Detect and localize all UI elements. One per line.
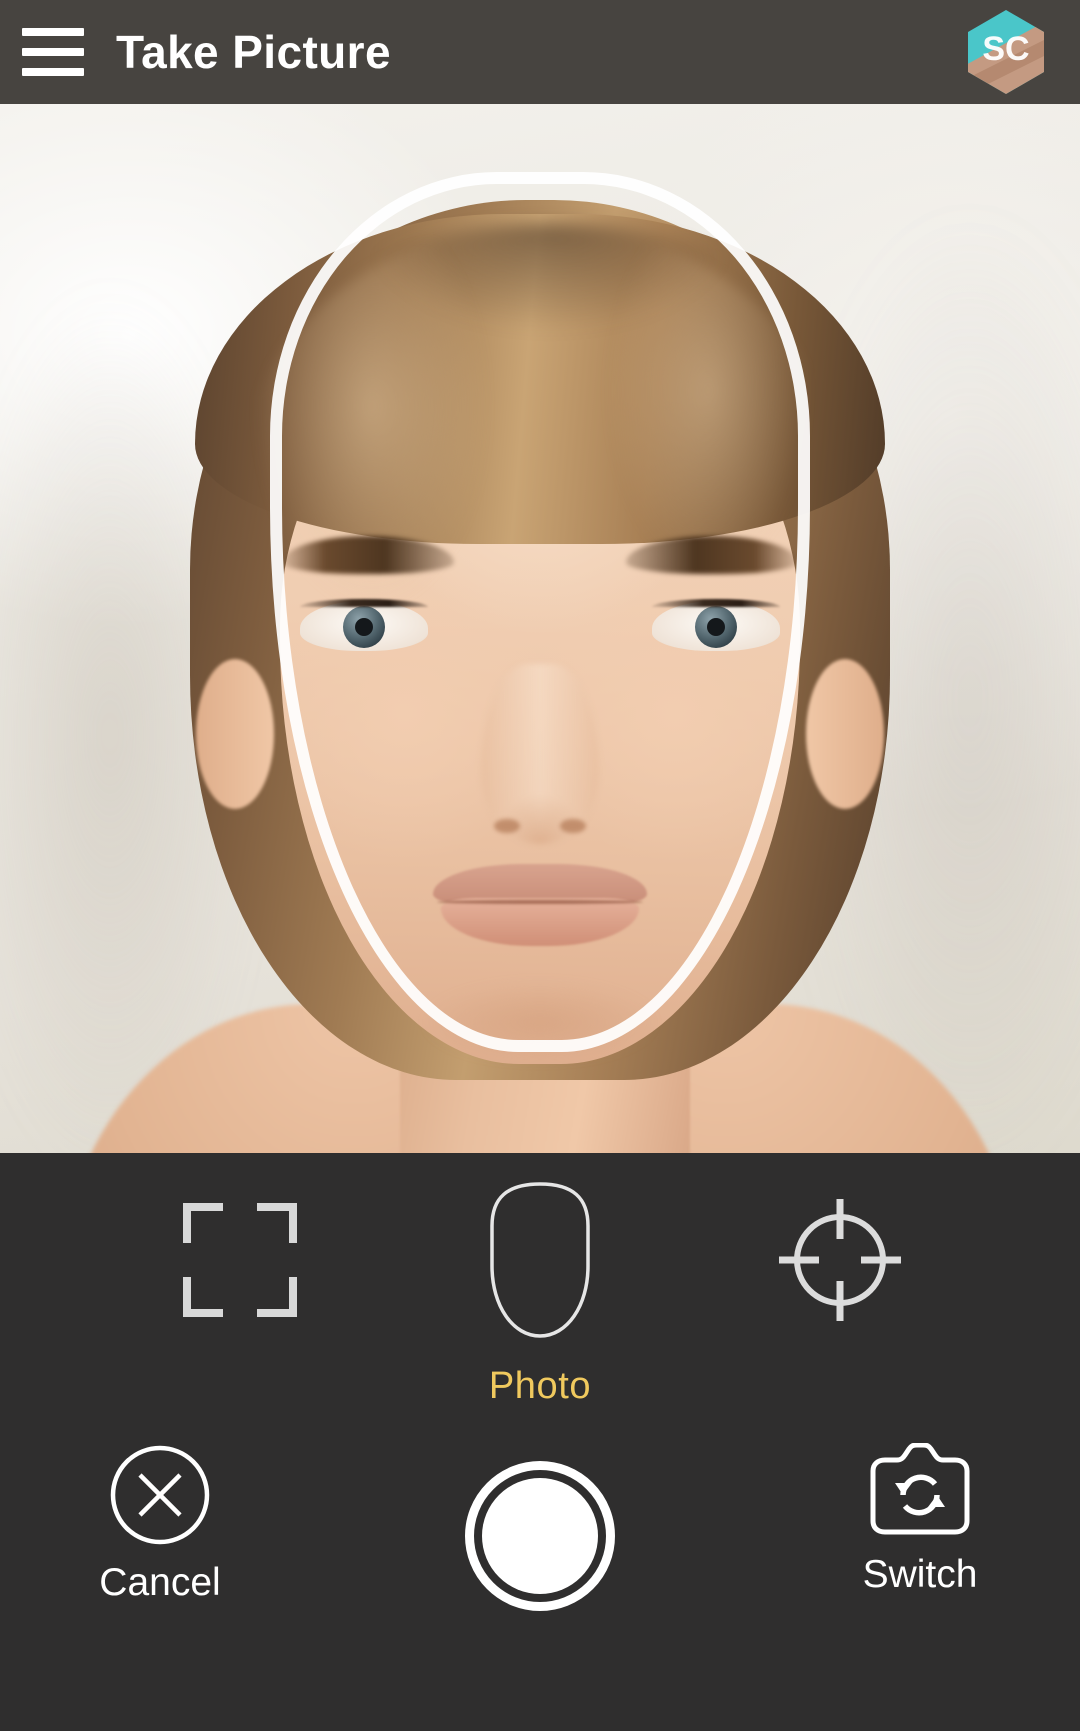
svg-text:SC: SC (982, 30, 1029, 68)
mode-target-button[interactable] (760, 1175, 920, 1345)
nostril-right (560, 819, 586, 833)
mode-frame-button[interactable] (160, 1175, 320, 1345)
camera-preview[interactable] (0, 104, 1080, 1153)
shutter-inner-circle (482, 1478, 598, 1594)
app-logo-svg: SC (964, 8, 1048, 96)
app-bar: Take Picture SC (0, 0, 1080, 104)
crosshair-target-icon (775, 1195, 905, 1325)
hamburger-bar-1 (22, 28, 84, 36)
close-circle-icon (108, 1443, 212, 1547)
shutter-button[interactable] (420, 1443, 660, 1611)
eye-right (652, 601, 780, 651)
switch-label: Switch (863, 1555, 978, 1594)
lower-lip (441, 898, 639, 946)
camera-action-row: Cancel Switch (0, 1443, 1080, 1703)
ear-right (806, 659, 884, 809)
cancel-button[interactable]: Cancel (40, 1443, 280, 1602)
camera-controls-panel: Photo Cancel (0, 1153, 1080, 1731)
lip-line (437, 900, 643, 904)
pupil-left (355, 618, 373, 636)
face-oval-icon (485, 1180, 595, 1340)
eye-left (300, 601, 428, 651)
chin-shadow (425, 982, 655, 1062)
switch-camera-icon (865, 1443, 975, 1539)
portrait-subject (0, 104, 1080, 1153)
capture-mode-row (0, 1165, 1080, 1355)
shutter-button-icon[interactable] (465, 1461, 615, 1611)
lips (433, 864, 647, 950)
ear-left (196, 659, 274, 809)
selected-mode-label: Photo (0, 1365, 1080, 1408)
app-logo-hexagon-icon[interactable]: SC (964, 8, 1048, 96)
crop-frame-icon (181, 1201, 299, 1319)
hamburger-menu-icon[interactable] (22, 28, 84, 76)
camera-screen: Take Picture SC (0, 0, 1080, 1731)
eyelid-left (300, 599, 428, 607)
page-title: Take Picture (116, 29, 391, 75)
cancel-label: Cancel (99, 1563, 220, 1602)
eyelid-right (652, 599, 780, 607)
hamburger-bar-3 (22, 68, 84, 76)
nostril-left (494, 819, 520, 833)
nose (481, 664, 599, 844)
switch-camera-button[interactable]: Switch (800, 1443, 1040, 1594)
pupil-right (707, 618, 725, 636)
hamburger-bar-2 (22, 48, 84, 56)
mode-face-button[interactable] (460, 1175, 620, 1345)
